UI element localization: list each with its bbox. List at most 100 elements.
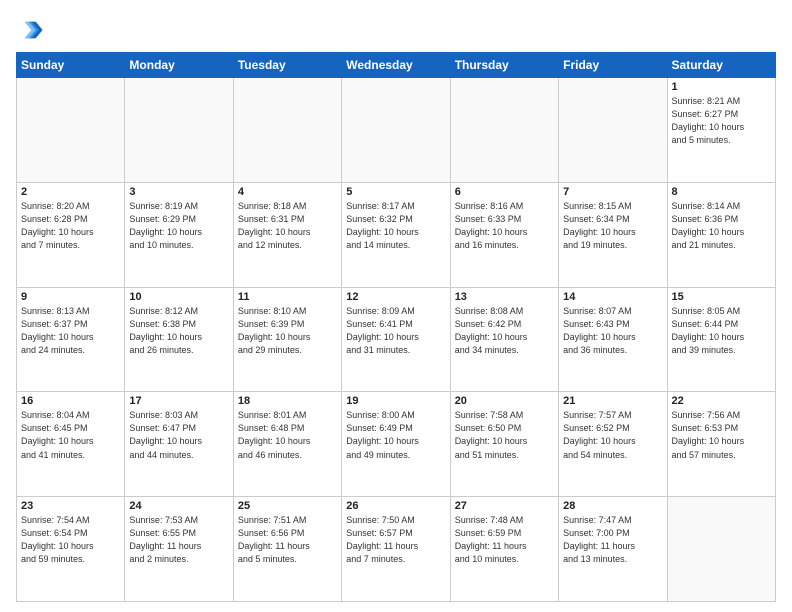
weekday-header-sunday: Sunday: [17, 53, 125, 78]
day-number: 28: [563, 500, 662, 512]
cell-info: Sunrise: 7:56 AM Sunset: 6:53 PM Dayligh…: [672, 409, 771, 461]
cell-info: Sunrise: 8:12 AM Sunset: 6:38 PM Dayligh…: [129, 305, 228, 357]
cell-info: Sunrise: 7:53 AM Sunset: 6:55 PM Dayligh…: [129, 514, 228, 566]
day-number: 15: [672, 291, 771, 303]
cell-info: Sunrise: 8:13 AM Sunset: 6:37 PM Dayligh…: [21, 305, 120, 357]
calendar-cell: 23 Sunrise: 7:54 AM Sunset: 6:54 PM Dayli…: [17, 497, 125, 602]
calendar-cell: [559, 78, 667, 183]
logo-icon: [16, 16, 44, 44]
calendar-cell: 17 Sunrise: 8:03 AM Sunset: 6:47 PM Dayli…: [125, 392, 233, 497]
day-number: 10: [129, 291, 228, 303]
calendar-cell: 11 Sunrise: 8:10 AM Sunset: 6:39 PM Dayli…: [233, 287, 341, 392]
calendar-cell: [342, 78, 450, 183]
calendar-cell: 26Sunrise: 7:50 AM Sunset: 6:57 PM Dayli…: [342, 497, 450, 602]
calendar-cell: 3 Sunrise: 8:19 AM Sunset: 6:29 PM Daylig…: [125, 182, 233, 287]
calendar-cell: [233, 78, 341, 183]
day-number: 3: [129, 186, 228, 198]
calendar-cell: 6 Sunrise: 8:16 AM Sunset: 6:33 PM Daylig…: [450, 182, 558, 287]
day-number: 2: [21, 186, 120, 198]
day-number: 20: [455, 395, 554, 407]
calendar-cell: 5 Sunrise: 8:17 AM Sunset: 6:32 PM Daylig…: [342, 182, 450, 287]
cell-info: Sunrise: 8:20 AM Sunset: 6:28 PM Dayligh…: [21, 200, 120, 252]
cell-info: Sunrise: 8:10 AM Sunset: 6:39 PM Dayligh…: [238, 305, 337, 357]
day-number: 6: [455, 186, 554, 198]
cell-info: Sunrise: 8:03 AM Sunset: 6:47 PM Dayligh…: [129, 409, 228, 461]
day-number: 9: [21, 291, 120, 303]
weekday-header-monday: Monday: [125, 53, 233, 78]
cell-info: Sunrise: 8:21 AM Sunset: 6:27 PM Dayligh…: [672, 95, 771, 147]
calendar-cell: 15 Sunrise: 8:05 AM Sunset: 6:44 PM Dayli…: [667, 287, 775, 392]
weekday-header-friday: Friday: [559, 53, 667, 78]
calendar-cell: [17, 78, 125, 183]
calendar-cell: 24 Sunrise: 7:53 AM Sunset: 6:55 PM Dayli…: [125, 497, 233, 602]
cell-info: Sunrise: 8:17 AM Sunset: 6:32 PM Dayligh…: [346, 200, 445, 252]
calendar-cell: 2 Sunrise: 8:20 AM Sunset: 6:28 PM Daylig…: [17, 182, 125, 287]
calendar-cell: 9 Sunrise: 8:13 AM Sunset: 6:37 PM Daylig…: [17, 287, 125, 392]
week-row-1: 1 Sunrise: 8:21 AM Sunset: 6:27 PM Daylig…: [17, 78, 776, 183]
day-number: 18: [238, 395, 337, 407]
cell-info: Sunrise: 8:00 AM Sunset: 6:49 PM Dayligh…: [346, 409, 445, 461]
cell-info: Sunrise: 8:01 AM Sunset: 6:48 PM Dayligh…: [238, 409, 337, 461]
header: [16, 16, 776, 44]
day-number: 8: [672, 186, 771, 198]
calendar-cell: 12Sunrise: 8:09 AM Sunset: 6:41 PM Dayli…: [342, 287, 450, 392]
day-number: 16: [21, 395, 120, 407]
calendar-cell: 19Sunrise: 8:00 AM Sunset: 6:49 PM Dayli…: [342, 392, 450, 497]
calendar-cell: 18 Sunrise: 8:01 AM Sunset: 6:48 PM Dayli…: [233, 392, 341, 497]
cell-info: Sunrise: 8:05 AM Sunset: 6:44 PM Dayligh…: [672, 305, 771, 357]
weekday-header-tuesday: Tuesday: [233, 53, 341, 78]
calendar-cell: 21 Sunrise: 7:57 AM Sunset: 6:52 PM Dayli…: [559, 392, 667, 497]
day-number: 7: [563, 186, 662, 198]
calendar-cell: 16 Sunrise: 8:04 AM Sunset: 6:45 PM Dayli…: [17, 392, 125, 497]
weekday-header-thursday: Thursday: [450, 53, 558, 78]
cell-info: Sunrise: 7:54 AM Sunset: 6:54 PM Dayligh…: [21, 514, 120, 566]
calendar-cell: 14 Sunrise: 8:07 AM Sunset: 6:43 PM Dayli…: [559, 287, 667, 392]
week-row-4: 16 Sunrise: 8:04 AM Sunset: 6:45 PM Dayli…: [17, 392, 776, 497]
cell-info: Sunrise: 8:04 AM Sunset: 6:45 PM Dayligh…: [21, 409, 120, 461]
calendar-cell: 13Sunrise: 8:08 AM Sunset: 6:42 PM Dayli…: [450, 287, 558, 392]
cell-info: Sunrise: 7:57 AM Sunset: 6:52 PM Dayligh…: [563, 409, 662, 461]
calendar-cell: 8 Sunrise: 8:14 AM Sunset: 6:36 PM Daylig…: [667, 182, 775, 287]
calendar-cell: 27 Sunrise: 7:48 AM Sunset: 6:59 PM Dayli…: [450, 497, 558, 602]
day-number: 14: [563, 291, 662, 303]
calendar-cell: 4 Sunrise: 8:18 AM Sunset: 6:31 PM Daylig…: [233, 182, 341, 287]
cell-info: Sunrise: 8:15 AM Sunset: 6:34 PM Dayligh…: [563, 200, 662, 252]
calendar-cell: 1 Sunrise: 8:21 AM Sunset: 6:27 PM Daylig…: [667, 78, 775, 183]
day-number: 4: [238, 186, 337, 198]
calendar-table: SundayMondayTuesdayWednesdayThursdayFrid…: [16, 52, 776, 602]
page: SundayMondayTuesdayWednesdayThursdayFrid…: [0, 0, 792, 612]
day-number: 27: [455, 500, 554, 512]
day-number: 21: [563, 395, 662, 407]
week-row-5: 23 Sunrise: 7:54 AM Sunset: 6:54 PM Dayli…: [17, 497, 776, 602]
day-number: 22: [672, 395, 771, 407]
day-number: 5: [346, 186, 445, 198]
logo: [16, 16, 48, 44]
calendar-cell: 10 Sunrise: 8:12 AM Sunset: 6:38 PM Dayli…: [125, 287, 233, 392]
cell-info: Sunrise: 8:14 AM Sunset: 6:36 PM Dayligh…: [672, 200, 771, 252]
day-number: 11: [238, 291, 337, 303]
day-number: 17: [129, 395, 228, 407]
calendar-cell: 7 Sunrise: 8:15 AM Sunset: 6:34 PM Daylig…: [559, 182, 667, 287]
day-number: 24: [129, 500, 228, 512]
day-number: 1: [672, 81, 771, 93]
week-row-2: 2 Sunrise: 8:20 AM Sunset: 6:28 PM Daylig…: [17, 182, 776, 287]
weekday-header-wednesday: Wednesday: [342, 53, 450, 78]
cell-info: Sunrise: 7:50 AM Sunset: 6:57 PM Dayligh…: [346, 514, 445, 566]
day-number: 23: [21, 500, 120, 512]
cell-info: Sunrise: 8:16 AM Sunset: 6:33 PM Dayligh…: [455, 200, 554, 252]
cell-info: Sunrise: 8:07 AM Sunset: 6:43 PM Dayligh…: [563, 305, 662, 357]
calendar-cell: [125, 78, 233, 183]
week-row-3: 9 Sunrise: 8:13 AM Sunset: 6:37 PM Daylig…: [17, 287, 776, 392]
calendar-cell: 25Sunrise: 7:51 AM Sunset: 6:56 PM Dayli…: [233, 497, 341, 602]
day-number: 12: [346, 291, 445, 303]
calendar-cell: 20 Sunrise: 7:58 AM Sunset: 6:50 PM Dayli…: [450, 392, 558, 497]
weekday-header-row: SundayMondayTuesdayWednesdayThursdayFrid…: [17, 53, 776, 78]
weekday-header-saturday: Saturday: [667, 53, 775, 78]
cell-info: Sunrise: 7:48 AM Sunset: 6:59 PM Dayligh…: [455, 514, 554, 566]
cell-info: Sunrise: 7:58 AM Sunset: 6:50 PM Dayligh…: [455, 409, 554, 461]
day-number: 25: [238, 500, 337, 512]
cell-info: Sunrise: 8:08 AM Sunset: 6:42 PM Dayligh…: [455, 305, 554, 357]
cell-info: Sunrise: 8:18 AM Sunset: 6:31 PM Dayligh…: [238, 200, 337, 252]
cell-info: Sunrise: 8:19 AM Sunset: 6:29 PM Dayligh…: [129, 200, 228, 252]
calendar-cell: 28Sunrise: 7:47 AM Sunset: 7:00 PM Dayli…: [559, 497, 667, 602]
